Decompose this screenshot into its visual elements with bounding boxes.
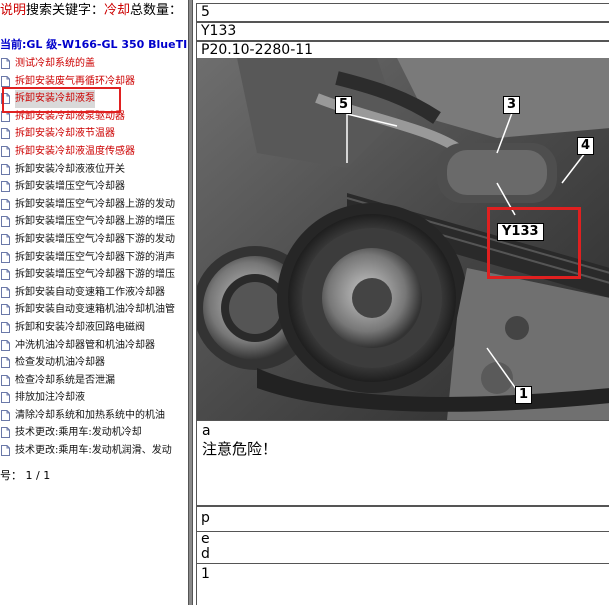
list-item[interactable]: 拆卸安装增压空气冷却器下游的发动 [0, 231, 188, 249]
list-item[interactable]: 检查发动机油冷却器 [0, 354, 188, 372]
list-item-label: 拆卸和安装冷却液回路电磁阀 [15, 321, 145, 333]
list-item-label: 排放加注冷却液 [15, 392, 85, 404]
document-icon [1, 58, 10, 69]
callout-5: 4 [577, 137, 595, 155]
list-item[interactable]: 拆卸安装冷却液节温器 [0, 125, 188, 143]
search-keyword-value[interactable]: 冷却 [104, 3, 130, 18]
selection-highlight-box [2, 87, 121, 113]
list-item[interactable]: 技术更改:乘用车:发动机润滑、发动 [0, 442, 188, 460]
list-item-label: 拆卸安装增压空气冷却器下游的消声 [15, 251, 175, 263]
total-count-label: 总数量： [130, 3, 183, 18]
list-item-label: 拆卸安装增压空气冷却器上游的发动 [15, 198, 175, 210]
list-item-label: 测试冷却系统的盖 [15, 58, 95, 69]
document-icon [1, 286, 10, 298]
list-item[interactable]: 技术更改:乘用车:发动机冷却 [0, 424, 188, 442]
search-bar: 说明搜索关键字：冷却总数量： [0, 2, 182, 20]
document-icon [1, 269, 10, 281]
detail-row-p: p [196, 506, 609, 531]
detail-row-d: d [196, 547, 609, 564]
document-icon [1, 198, 10, 210]
note-letter: a [202, 423, 211, 439]
figure-highlight-box [487, 207, 581, 279]
list-item[interactable]: 拆卸安装增压空气冷却器上游的发动 [0, 196, 188, 214]
document-icon [1, 409, 10, 421]
list-item-label: 技术更改:乘用车:发动机润滑、发动 [15, 445, 172, 457]
document-icon [1, 216, 10, 228]
list-item-label: 清除冷却系统和加热系统中的机油 [15, 409, 165, 421]
list-item[interactable]: 拆卸安装自动变速箱工作液冷却器 [0, 284, 188, 302]
list-item[interactable]: 拆卸安装增压空气冷却器下游的增压 [0, 266, 188, 284]
left-panel: 说明搜索关键字：冷却总数量： 当前:GL 级-W166-GL 350 BlueT… [0, 0, 188, 605]
document-icon [1, 445, 10, 457]
document-icon [1, 321, 10, 333]
callout-4: 5 [335, 96, 353, 114]
detail-row-component: Y133 [196, 22, 609, 41]
document-icon [1, 251, 10, 263]
list-item-label: 拆卸安装增压空气冷却器下游的增压 [15, 269, 175, 281]
list-item[interactable]: 冲洗机油冷却器管和机油冷却器 [0, 337, 188, 355]
list-item-label: 拆卸安装自动变速箱工作液冷却器 [15, 286, 165, 298]
list-item[interactable]: 拆卸安装冷却液液位开关 [0, 161, 188, 179]
list-item-label: 拆卸安装增压空气冷却器 [15, 181, 125, 193]
document-icon [1, 75, 10, 87]
detail-row-figure-code: P20.10-2280-11 [196, 41, 609, 59]
list-item[interactable]: 拆卸安装自动变速箱机油冷却机油管 [0, 301, 188, 319]
document-icon [1, 233, 10, 245]
list-item-label: 技术更改:乘用车:发动机冷却 [15, 427, 142, 439]
vehicle-model: 当前:GL 级-W166-GL 350 BlueTI [0, 38, 188, 51]
note-text: 注意危险！ [202, 440, 278, 458]
pager: 号： 1 / 1 [0, 469, 51, 482]
document-icon [1, 392, 10, 404]
list-item-label: 检查发动机油冷却器 [15, 357, 105, 369]
list-item[interactable]: 清除冷却系统和加热系统中的机油 [0, 407, 188, 425]
list-item[interactable]: 拆卸和安装冷却液回路电磁阀 [0, 319, 188, 337]
document-icon [1, 128, 10, 140]
document-icon [1, 163, 10, 175]
list-item[interactable]: 测试冷却系统的盖 [0, 55, 188, 73]
list-item[interactable]: 检查冷却系统是否泄漏 [0, 372, 188, 390]
list-item-label: 拆卸安装冷却液温度传感器 [15, 145, 135, 157]
list-item[interactable]: 拆卸安装增压空气冷却器上游的增压 [0, 213, 188, 231]
warning-note: a 注意危险！ [196, 420, 609, 506]
document-icon [1, 339, 10, 351]
list-item-label: 检查冷却系统是否泄漏 [15, 374, 115, 386]
detail-panel: 5 Y133 P20.10-2280-11 5 3 4 1 Y133 a 注意危… [193, 0, 609, 605]
list-item-label: 拆卸安装冷却液节温器 [15, 128, 115, 140]
document-icon [1, 357, 10, 369]
list-item-label: 拆卸安装增压空气冷却器上游的增压 [15, 216, 175, 228]
engine-figure: 5 3 4 1 Y133 [196, 58, 609, 420]
search-keyword-label: 搜索关键字： [26, 3, 105, 18]
document-icon [1, 304, 10, 316]
list-item[interactable]: 拆卸安装增压空气冷却器下游的消声 [0, 249, 188, 267]
detail-row-e: e [196, 531, 609, 547]
callout-3: 3 [503, 96, 521, 114]
list-item[interactable]: 拆卸安装增压空气冷却器 [0, 178, 188, 196]
document-icon [1, 374, 10, 386]
list-item-label: 拆卸安装冷却液液位开关 [15, 163, 125, 175]
list-item[interactable]: 拆卸安装冷却液温度传感器 [0, 143, 188, 161]
document-icon [1, 181, 10, 193]
list-item[interactable]: 排放加注冷却液 [0, 389, 188, 407]
document-icon [1, 427, 10, 439]
result-list: 测试冷却系统的盖 拆卸安装废气再循环冷却器 拆卸安装冷却液泵 拆卸安装冷却液泵驱动器拆… [0, 55, 188, 460]
list-item-label: 冲洗机油冷却器管和机油冷却器 [15, 339, 155, 351]
callout-1: 1 [515, 386, 533, 404]
help-label[interactable]: 说明 [0, 3, 26, 18]
list-item-label: 拆卸安装增压空气冷却器下游的发动 [15, 233, 175, 245]
list-item-label: 拆卸安装自动变速箱机油冷却机油管 [15, 304, 175, 316]
detail-row-number: 5 [196, 3, 609, 22]
document-icon [1, 145, 10, 157]
detail-row-last: 1 [196, 564, 609, 605]
